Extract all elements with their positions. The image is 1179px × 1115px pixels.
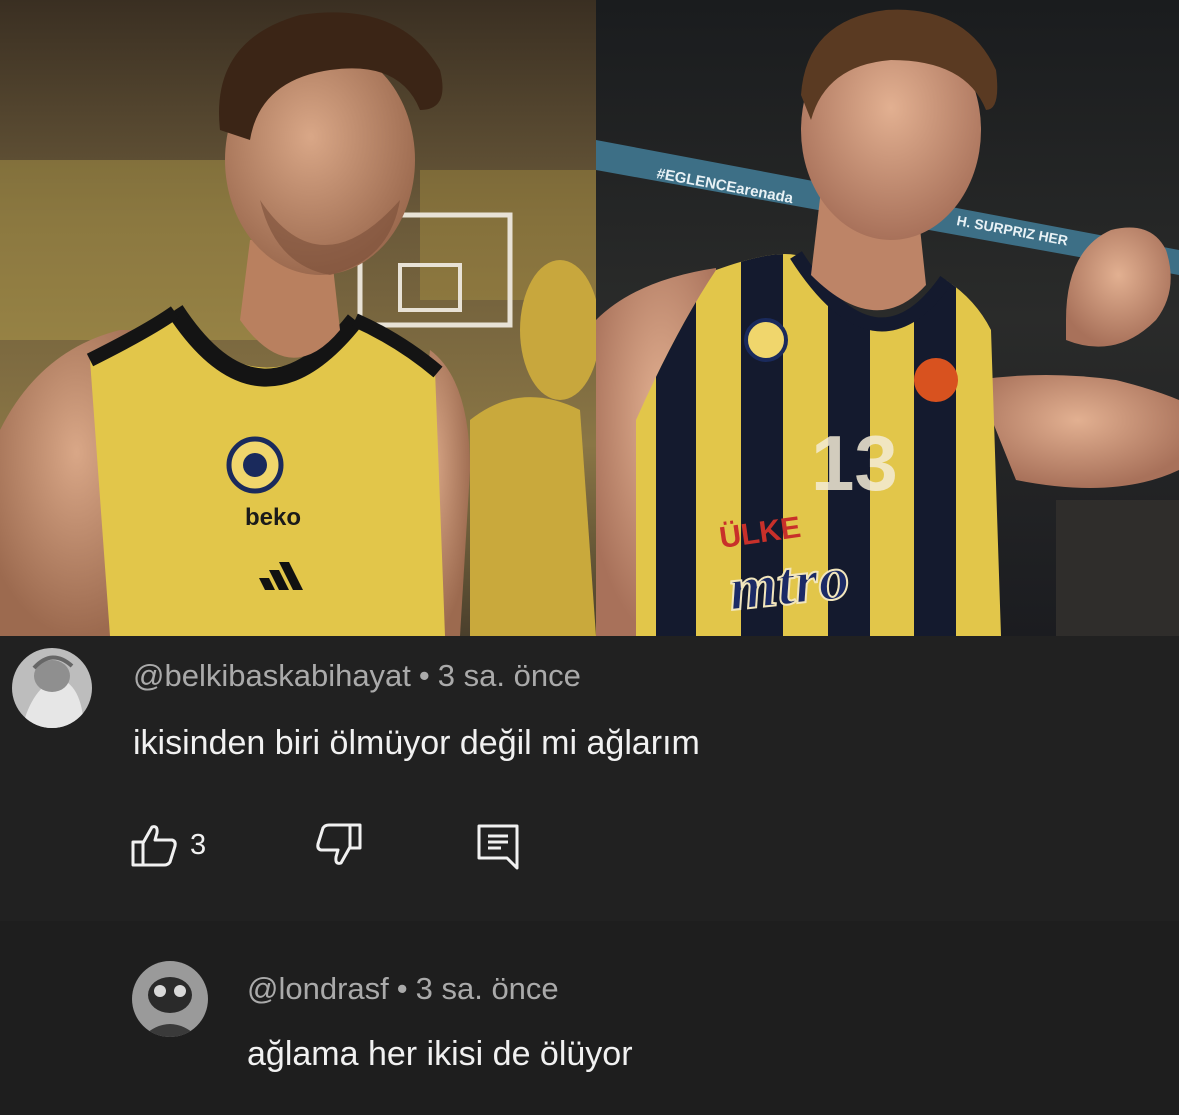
avatar[interactable] <box>12 648 92 728</box>
reply-meta: @londrasf • 3 sa. önce <box>247 971 559 1007</box>
thumbs-up-icon <box>131 825 177 867</box>
avatar-image-icon <box>132 961 208 1037</box>
dislike-button[interactable] <box>315 822 363 868</box>
like-count: 3 <box>190 828 207 861</box>
reply-timestamp[interactable]: 3 sa. önce <box>416 971 559 1006</box>
reply-text: ağlama her ikisi de ölüyor <box>247 1035 633 1073</box>
reply-icon <box>477 824 519 870</box>
photo-right-image: #EGLENCEarenada H. SURPRIZ HER 13 ÜLKE m… <box>596 0 1179 636</box>
comment-timestamp[interactable]: 3 sa. önce <box>438 658 581 693</box>
reply-author[interactable]: @londrasf <box>247 971 389 1006</box>
comment-thread-main: @belkibaskabihayat • 3 sa. önce ikisinden … <box>0 636 1179 921</box>
comment-reply: @londrasf • 3 sa. önce ağlama her ikisi de… <box>0 921 1179 1115</box>
meta-separator: • <box>418 658 430 693</box>
avatar-image-icon <box>12 648 92 728</box>
photo-right-player: #EGLENCEarenada H. SURPRIZ HER 13 ÜLKE m… <box>596 0 1179 636</box>
jersey-sponsor-main: mtro <box>725 544 852 624</box>
like-button[interactable]: 3 <box>130 822 206 868</box>
photo-collage: beko #EGLENCEarenada H. SURPRIZ HER 13 Ü… <box>0 0 1179 636</box>
reply-button[interactable] <box>475 822 521 870</box>
jersey-number: 13 <box>811 419 898 507</box>
meta-separator: • <box>396 971 408 1006</box>
thumbs-down-icon <box>316 823 362 865</box>
comment-author[interactable]: @belkibaskabihayat <box>133 658 411 693</box>
comment-meta: @belkibaskabihayat • 3 sa. önce <box>133 658 581 694</box>
jersey-sponsor-left: beko <box>245 504 301 531</box>
photo-left-player: beko <box>0 0 596 636</box>
reply-avatar[interactable] <box>132 961 208 1037</box>
photo-left-image: beko <box>0 0 596 636</box>
comment-text: ikisinden biri ölmüyor değil mi ağlarım <box>133 724 700 762</box>
